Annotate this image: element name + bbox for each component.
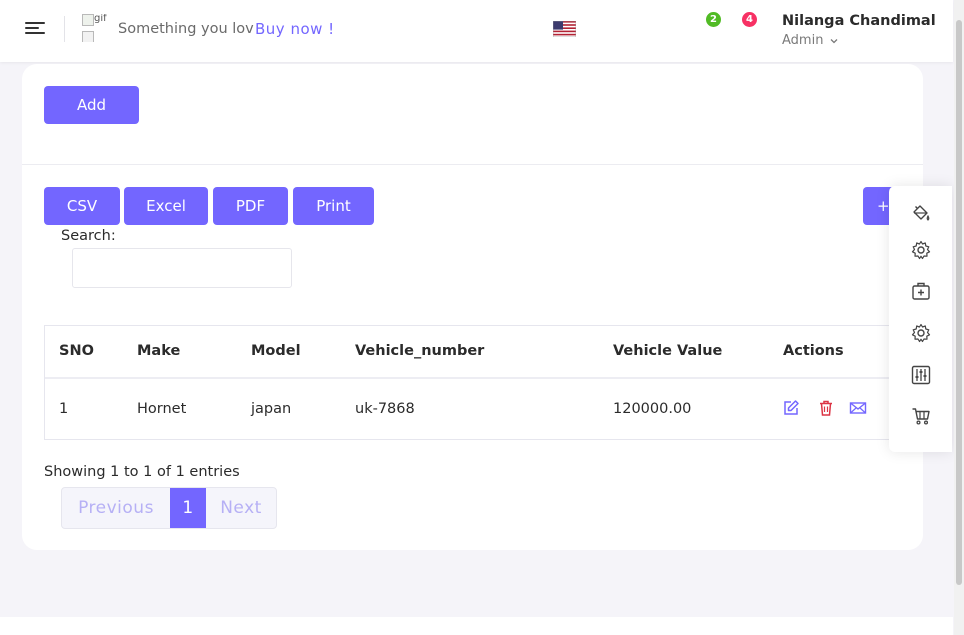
entries-info: Showing 1 to 1 of 1 entries <box>44 464 240 480</box>
next-page-button[interactable]: Next <box>206 488 276 528</box>
search-input[interactable] <box>72 248 292 288</box>
notification-badge[interactable]: 2 <box>706 12 721 27</box>
edit-icon[interactable] <box>782 399 800 417</box>
top-header: gif Something you lov Buy now ! 2 4 Nila… <box>0 0 953 62</box>
page-1-button[interactable]: 1 <box>170 488 206 528</box>
page-footer-strip <box>0 617 953 635</box>
user-role-label: Admin <box>782 33 824 48</box>
search-label: Search: <box>61 228 116 244</box>
header-divider <box>64 16 65 42</box>
us-flag-icon[interactable] <box>553 21 576 37</box>
message-badge[interactable]: 4 <box>742 12 757 27</box>
column-header-actions: Actions <box>783 343 844 359</box>
cell-make: Hornet <box>137 401 187 417</box>
column-header-vehicle-value[interactable]: Vehicle Value <box>613 326 722 377</box>
settings-icon[interactable] <box>911 323 931 343</box>
card-divider <box>22 164 923 165</box>
excel-export-button[interactable]: Excel <box>124 187 208 225</box>
vehicle-table: SNO Make Model Vehicle_number Vehicle Va… <box>44 325 890 440</box>
announcement-text: Something you lov <box>118 21 254 37</box>
previous-page-button[interactable]: Previous <box>62 488 170 528</box>
customizer-panel <box>889 186 952 452</box>
mail-icon[interactable] <box>849 399 867 417</box>
cell-sno: 1 <box>59 401 69 417</box>
vehicle-card: Add CSV Excel PDF Print + Add Search: SN… <box>22 64 923 550</box>
column-header-model[interactable]: Model <box>251 326 301 377</box>
cell-vehicle-number: uk-7868 <box>355 401 415 417</box>
scrollbar-thumb[interactable] <box>956 20 962 585</box>
logo-alt-text: gif <box>94 14 107 24</box>
logo-image: gif <box>82 14 118 42</box>
add-button[interactable]: Add <box>44 86 139 124</box>
delete-icon[interactable] <box>817 399 835 417</box>
hamburger-menu-icon[interactable] <box>25 22 47 38</box>
medical-box-icon[interactable] <box>911 281 931 301</box>
csv-export-button[interactable]: CSV <box>44 187 120 225</box>
cell-vehicle-value: 120000.00 <box>613 401 692 417</box>
buy-now-link[interactable]: Buy now ! <box>255 20 335 38</box>
column-header-make[interactable]: Make <box>137 326 180 377</box>
cart-icon[interactable] <box>911 406 931 426</box>
column-header-sno[interactable]: SNO <box>59 326 94 377</box>
pdf-export-button[interactable]: PDF <box>213 187 288 225</box>
cell-model: japan <box>251 401 292 417</box>
sliders-icon[interactable] <box>911 365 931 385</box>
column-header-vehicle-number[interactable]: Vehicle_number <box>355 326 484 377</box>
settings-icon[interactable] <box>911 240 931 260</box>
user-role-dropdown[interactable]: Admin <box>782 33 838 48</box>
page-scrollbar[interactable] <box>954 0 964 635</box>
print-button[interactable]: Print <box>293 187 374 225</box>
chevron-down-icon <box>830 39 838 44</box>
pagination: Previous 1 Next <box>61 487 277 529</box>
user-name[interactable]: Nilanga Chandimal <box>782 13 936 29</box>
paint-bucket-icon[interactable] <box>911 203 931 223</box>
